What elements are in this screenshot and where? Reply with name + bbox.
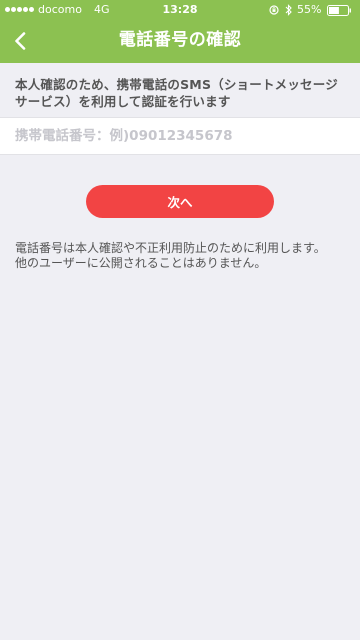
phone-field-container [0,117,360,155]
battery-percent: 55% [297,3,322,16]
privacy-notice: 電話番号は本人確認や不正利用防止のために利用します。 他のユーザーに公開されるこ… [15,241,355,271]
privacy-notice-line-2: 他のユーザーに公開されることはありません。 [15,256,267,270]
nav-bar: 電話番号の確認 [0,20,360,63]
privacy-notice-line-1: 電話番号は本人確認や不正利用防止のために利用します。 [15,241,326,255]
phone-number-input[interactable] [0,118,360,154]
page-title: 電話番号の確認 [118,30,242,50]
bluetooth-icon [285,4,292,16]
verification-description: 本人確認のため、携帯電話のSMS（ショートメッセージサービス）を利用して認証を行… [15,77,338,109]
next-button[interactable]: 次へ [86,185,274,218]
battery-icon [327,5,351,16]
orientation-lock-icon [269,5,279,15]
status-bar: docomo 4G 13:28 55% [0,0,360,20]
app-header: docomo 4G 13:28 55% 電話番号の確認 [0,0,360,63]
